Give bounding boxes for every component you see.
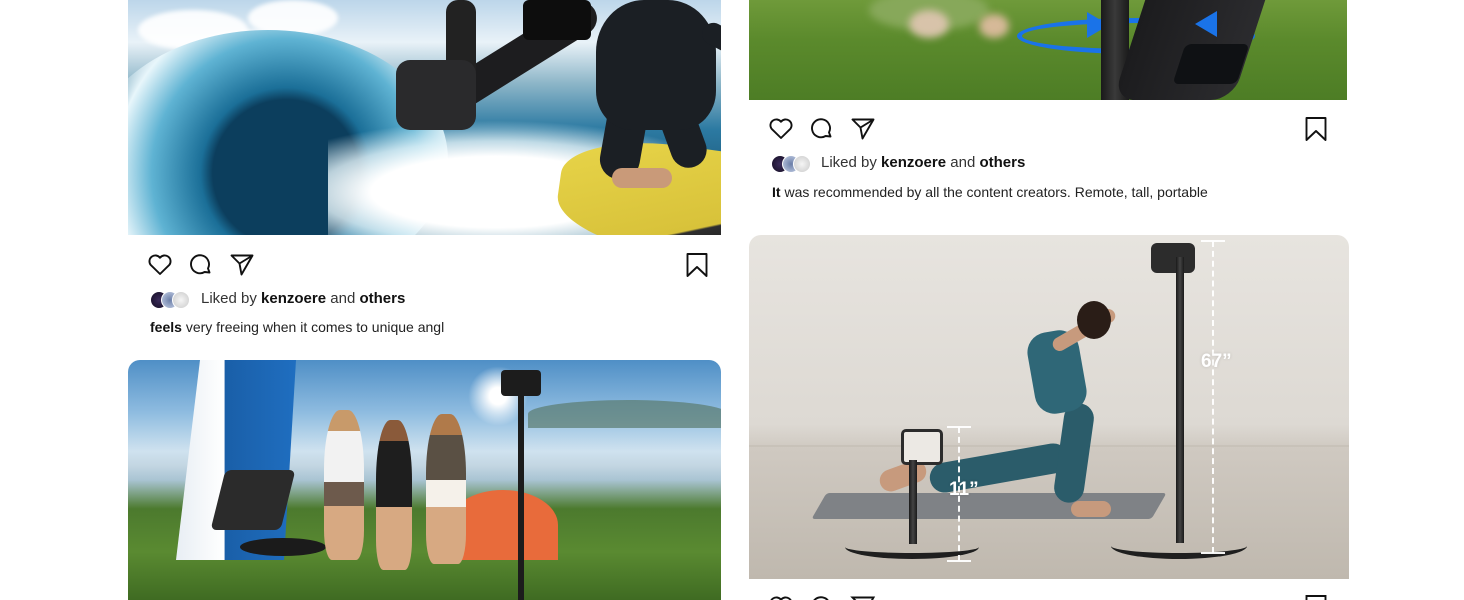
caption-lead: feels bbox=[150, 319, 182, 335]
liked-prefix: Liked by bbox=[821, 154, 877, 171]
caption-text: was recommended by all the content creat… bbox=[784, 184, 1208, 200]
tall-height-label: 67” bbox=[1201, 351, 1232, 372]
liked-others-link[interactable]: others bbox=[979, 154, 1025, 171]
heart-icon[interactable] bbox=[768, 116, 794, 142]
liked-and: and bbox=[950, 154, 976, 171]
share-icon[interactable] bbox=[850, 116, 876, 142]
liked-username[interactable]: kenzoere bbox=[881, 154, 946, 171]
bookmark-icon[interactable] bbox=[684, 252, 710, 278]
bookmark-icon[interactable] bbox=[1303, 116, 1329, 142]
comment-icon[interactable] bbox=[809, 594, 835, 600]
instagram-style-collage: Liked by kenzoere and others feels very … bbox=[0, 0, 1464, 600]
liked-username[interactable]: kenzoere bbox=[261, 290, 326, 307]
caption-text: very freeing when it comes to unique ang… bbox=[185, 319, 445, 335]
post-actions-surf bbox=[147, 252, 712, 292]
post-caption: feels very freeing when it comes to uniq… bbox=[150, 318, 444, 336]
post-caption: It was recommended by all the content cr… bbox=[772, 183, 1208, 201]
heart-icon[interactable] bbox=[147, 252, 173, 278]
liked-by-text: Liked by kenzoere and others bbox=[201, 290, 405, 308]
surfing-gimbal-photo bbox=[128, 0, 721, 235]
post-actions-yoga-partial bbox=[768, 594, 1333, 600]
short-height-label: 11” bbox=[949, 479, 979, 500]
liked-and: and bbox=[330, 290, 356, 307]
comment-icon[interactable] bbox=[809, 116, 835, 142]
liked-prefix: Liked by bbox=[201, 290, 257, 307]
share-icon[interactable] bbox=[229, 252, 255, 278]
comment-icon[interactable] bbox=[188, 252, 214, 278]
share-icon[interactable] bbox=[850, 594, 876, 600]
caption-lead: It bbox=[772, 184, 781, 200]
liked-by-avatars bbox=[150, 291, 198, 309]
liked-others-link[interactable]: others bbox=[359, 290, 405, 307]
bookmark-icon[interactable] bbox=[1303, 594, 1329, 600]
heart-icon[interactable] bbox=[768, 594, 794, 600]
liked-by-avatars bbox=[771, 155, 819, 173]
post-actions-grass bbox=[768, 116, 1333, 156]
beach-picnic-photo bbox=[128, 360, 721, 600]
yoga-tripod-height-photo: 67” 11” bbox=[749, 235, 1349, 579]
selfie-stick-remote-photo bbox=[749, 0, 1347, 100]
liked-by-text: Liked by kenzoere and others bbox=[821, 154, 1025, 172]
